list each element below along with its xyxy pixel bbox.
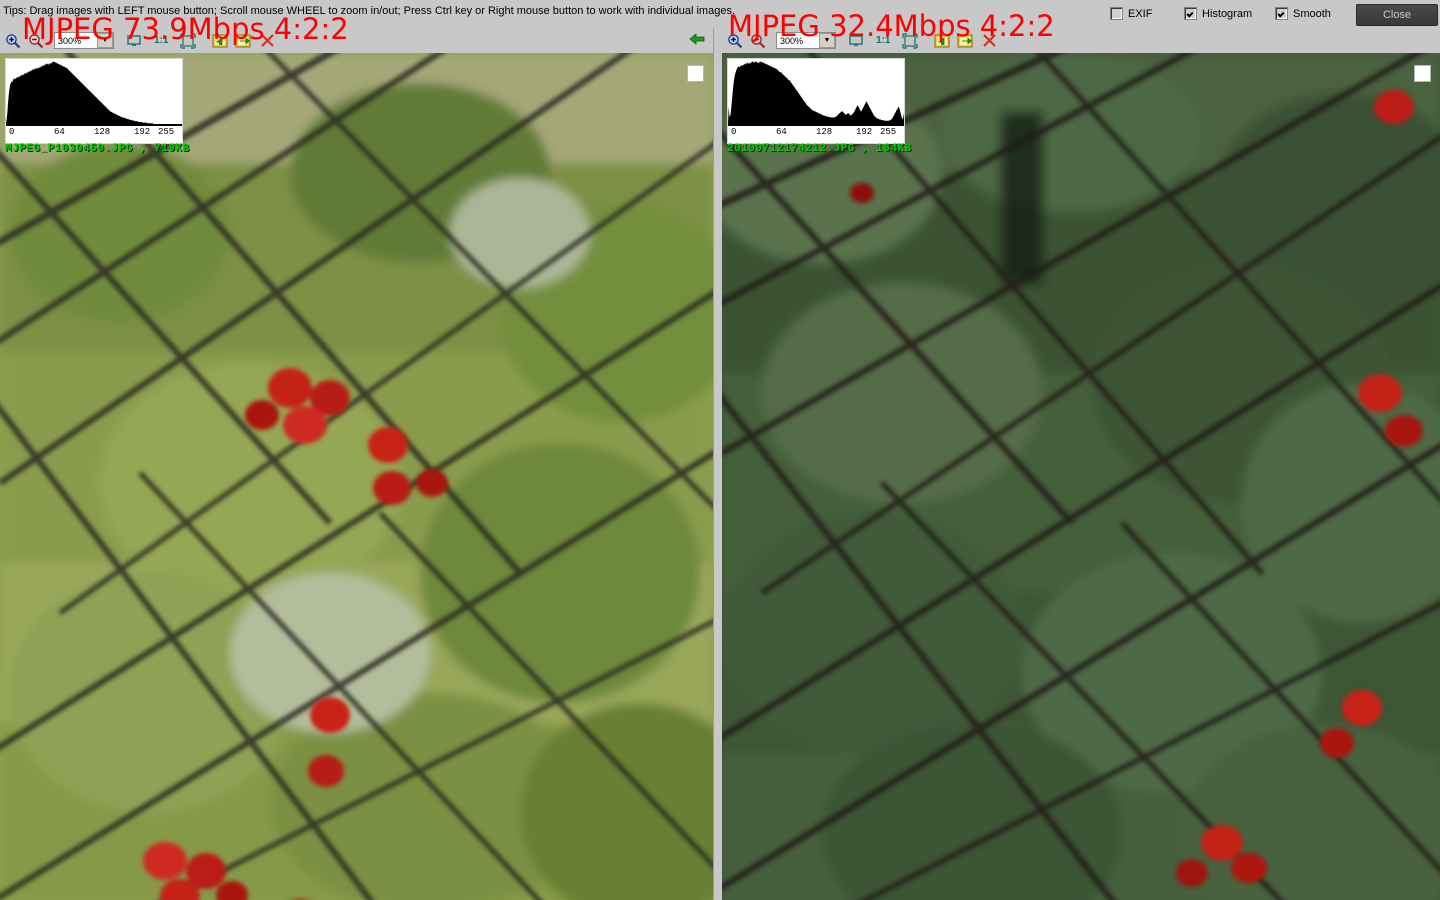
- histogram-tick: 192: [134, 127, 151, 137]
- histogram-plot: [728, 59, 904, 126]
- checkbox-histogram[interactable]: Histogram: [1184, 7, 1252, 20]
- right-image-pane: 300% ▼ 1:1 0 64 128 192 255 201007121742…: [722, 28, 1440, 900]
- histogram-tick: 128: [816, 127, 833, 137]
- checkbox-histogram-label: Histogram: [1202, 7, 1253, 20]
- histogram-axis: 0 64 128 192 255: [6, 125, 182, 142]
- right-bitrate-banner: MJPEG 32.4Mbps 4:2:2: [728, 9, 1055, 43]
- histogram-plot: [6, 59, 182, 126]
- histogram-tick: 0: [731, 127, 737, 137]
- left-image-pane: 300% ▼ 1:1 0 64 128 192 255 MJPEG_P10304…: [0, 28, 713, 900]
- right-photo[interactable]: [722, 53, 1440, 900]
- white-square-marker: [1414, 65, 1431, 82]
- checkbox-exif-label: EXIF: [1128, 7, 1153, 20]
- histogram-tick: 0: [9, 127, 15, 137]
- right-file-label: 20100712174212.JPG , 164KB: [727, 143, 912, 155]
- white-square-marker: [687, 65, 704, 82]
- close-button[interactable]: Close: [1356, 4, 1438, 26]
- left-bitrate-banner: MJPEG 73.9Mbps 4:2:2: [22, 12, 349, 46]
- checkbox-smooth-label: Smooth: [1293, 7, 1331, 20]
- checkbox-icon[interactable]: [1275, 7, 1288, 20]
- histogram-tick: 64: [54, 127, 65, 137]
- green-left-arrow-icon[interactable]: [689, 32, 705, 50]
- zoom-in-icon[interactable]: [3, 31, 23, 51]
- checkbox-smooth[interactable]: Smooth: [1275, 7, 1331, 20]
- left-photo[interactable]: [0, 53, 713, 900]
- right-histogram: 0 64 128 192 255: [727, 58, 905, 144]
- left-histogram: 0 64 128 192 255: [5, 58, 183, 144]
- histogram-tick: 255: [158, 127, 175, 137]
- right-image-canvas[interactable]: 0 64 128 192 255 20100712174212.JPG , 16…: [722, 53, 1440, 900]
- left-file-label: MJPEG_P1030450.JPG , 719KB: [5, 143, 190, 155]
- histogram-tick: 255: [880, 127, 897, 137]
- left-image-canvas[interactable]: 0 64 128 192 255 MJPEG_P1030450.JPG , 71…: [0, 53, 713, 900]
- histogram-tick: 192: [856, 127, 873, 137]
- histogram-tick: 128: [94, 127, 111, 137]
- checkbox-icon[interactable]: [1110, 7, 1123, 20]
- histogram-axis: 0 64 128 192 255: [728, 125, 904, 142]
- checkbox-icon[interactable]: [1184, 7, 1197, 20]
- checkbox-exif[interactable]: EXIF: [1110, 7, 1152, 20]
- histogram-tick: 64: [776, 127, 787, 137]
- image-compare-window: Tips: Drag images with LEFT mouse button…: [0, 0, 1440, 900]
